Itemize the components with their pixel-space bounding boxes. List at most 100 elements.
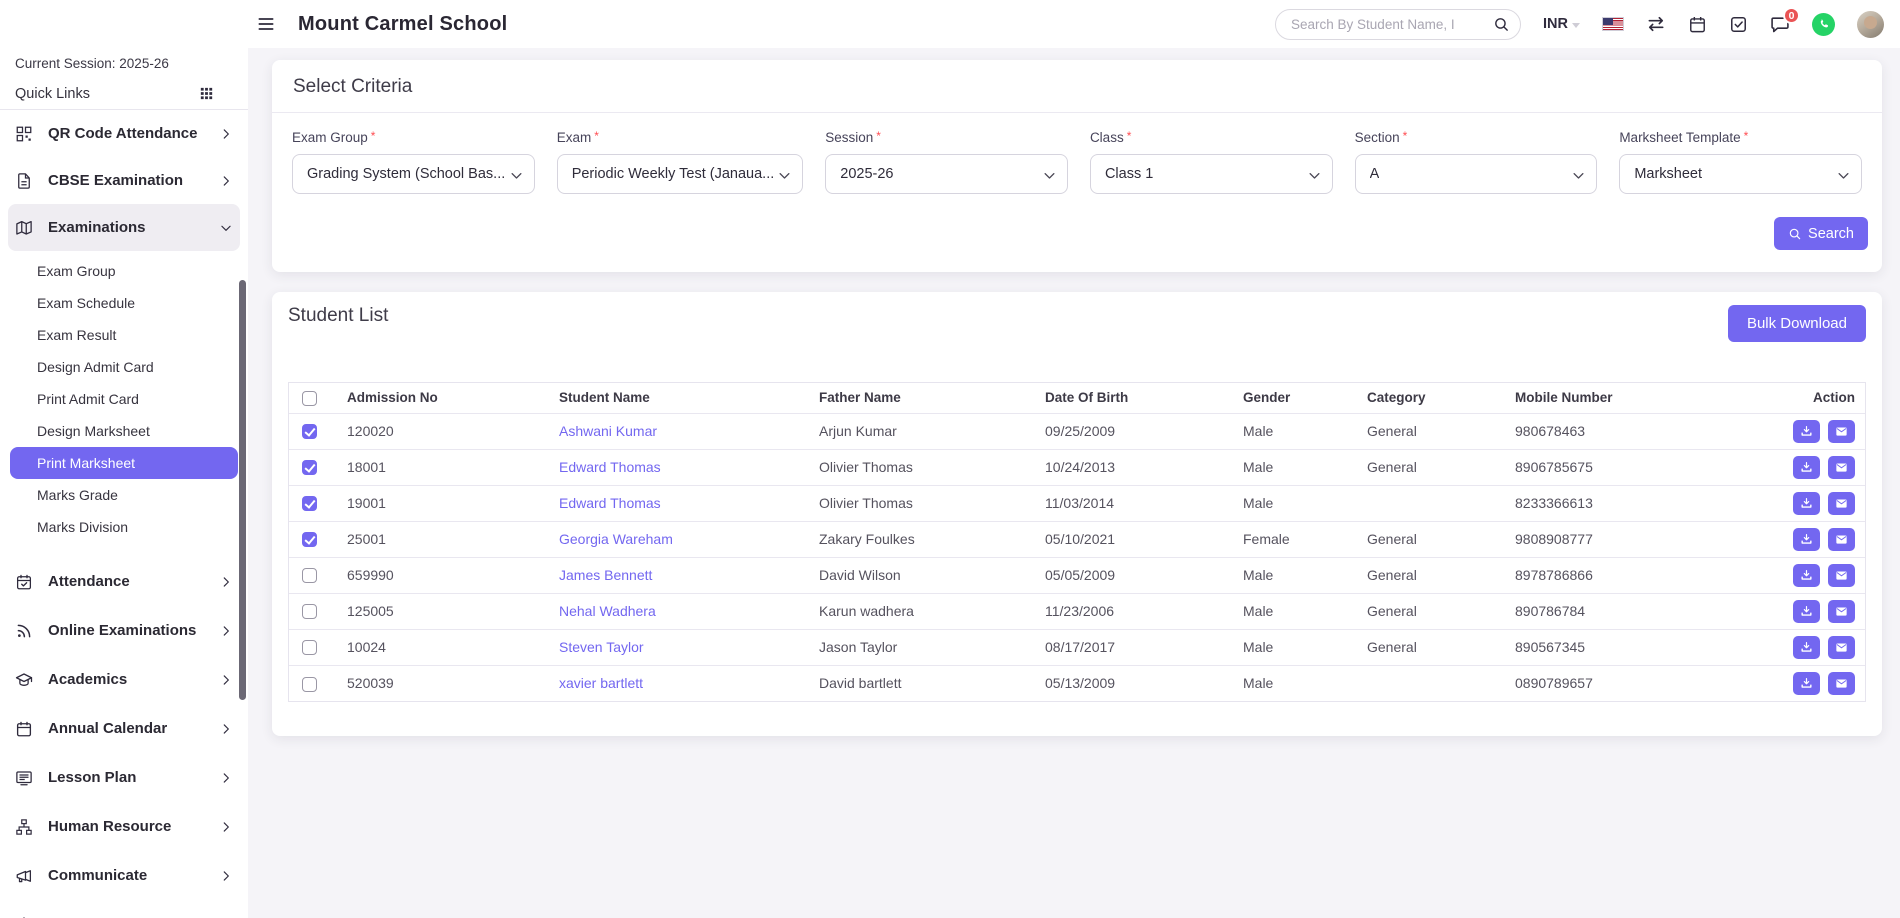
sidebar-item-human-resource[interactable]: Human Resource (8, 802, 240, 851)
search-input[interactable] (1275, 9, 1521, 40)
sidebar-subitem-design-admit-card[interactable]: Design Admit Card (10, 351, 238, 383)
email-marksheet-button[interactable] (1828, 636, 1855, 659)
sidebar-subitem-exam-schedule[interactable]: Exam Schedule (10, 287, 238, 319)
email-marksheet-button[interactable] (1828, 672, 1855, 695)
gender-cell: Male (1235, 593, 1359, 629)
download-marksheet-button[interactable] (1793, 564, 1820, 587)
sidebar-subitem-design-marksheet[interactable]: Design Marksheet (10, 415, 238, 447)
student-name-link[interactable]: Steven Taylor (559, 639, 644, 655)
sidebar-subitem-marks-grade[interactable]: Marks Grade (10, 479, 238, 511)
required-marker: * (876, 129, 881, 143)
email-marksheet-button[interactable] (1828, 564, 1855, 587)
language-flag-us[interactable] (1602, 17, 1624, 31)
sidebar-subitem-marks-division[interactable]: Marks Division (10, 511, 238, 543)
student-name-link[interactable]: Edward Thomas (559, 495, 661, 511)
sidebar-item-cbse-examination[interactable]: CBSE Examination (8, 157, 240, 204)
col-student-name: Student Name (551, 383, 811, 413)
exam-select[interactable]: Periodic Weekly Test (Janaua... (557, 154, 804, 194)
sidebar-subitem-exam-group[interactable]: Exam Group (10, 255, 238, 287)
tasks-icon[interactable] (1729, 15, 1748, 34)
sidebar-scrollbar[interactable] (239, 280, 246, 700)
mobile-cell: 890567345 (1507, 629, 1749, 665)
download-marksheet-button[interactable] (1793, 492, 1820, 515)
download-marksheet-button[interactable] (1793, 600, 1820, 623)
admission-no-cell: 19001 (339, 485, 551, 521)
gender-cell: Male (1235, 449, 1359, 485)
download-marksheet-button[interactable] (1793, 636, 1820, 659)
hamburger-menu-icon[interactable] (256, 14, 276, 34)
swap-icon[interactable] (1646, 14, 1666, 34)
session-select[interactable]: 2025-26 (825, 154, 1068, 194)
chevron-right-icon (219, 869, 233, 883)
email-marksheet-button[interactable] (1828, 492, 1855, 515)
class-select[interactable]: Class 1 (1090, 154, 1333, 194)
student-name-link[interactable]: Edward Thomas (559, 459, 661, 475)
download-marksheet-button[interactable] (1793, 420, 1820, 443)
student-name-link[interactable]: Nehal Wadhera (559, 603, 656, 619)
row-checkbox[interactable] (302, 460, 317, 475)
row-checkbox[interactable] (302, 532, 317, 547)
sidebar-subitem-exam-result[interactable]: Exam Result (10, 319, 238, 351)
category-cell: General (1359, 413, 1507, 449)
sidebar-item-online-examinations[interactable]: Online Examinations (8, 606, 240, 655)
download-marksheet-button[interactable] (1793, 456, 1820, 479)
chevron-right-icon (219, 127, 233, 141)
row-checkbox[interactable] (302, 496, 317, 511)
exam-group-select[interactable]: Grading System (School Bas... (292, 154, 535, 194)
sidebar-item-partial[interactable] (8, 900, 240, 918)
select-all-checkbox[interactable] (302, 391, 317, 406)
gender-cell: Female (1235, 521, 1359, 557)
chat-icon[interactable]: 0 (1770, 14, 1790, 34)
current-session-label: Current Session: 2025-26 (0, 48, 248, 78)
download-marksheet-button[interactable] (1793, 528, 1820, 551)
quick-links-grid-icon[interactable] (198, 85, 233, 102)
marksheet-template-select[interactable]: Marksheet (1619, 154, 1862, 194)
row-checkbox[interactable] (302, 604, 317, 619)
sidebar-item-examinations[interactable]: Examinations (8, 204, 240, 251)
bulk-download-button[interactable]: Bulk Download (1728, 305, 1866, 342)
table-row: 120020 Ashwani Kumar Arjun Kumar 09/25/2… (289, 413, 1865, 449)
email-marksheet-button[interactable] (1828, 528, 1855, 551)
sidebar-subitem-print-marksheet[interactable]: Print Marksheet (10, 447, 238, 479)
col-gender: Gender (1235, 383, 1359, 413)
download-marksheet-button[interactable] (1793, 672, 1820, 695)
sidebar-item-qr-code-attendance[interactable]: QR Code Attendance (8, 110, 240, 157)
user-avatar[interactable] (1857, 11, 1884, 38)
student-name-link[interactable]: Georgia Wareham (559, 531, 673, 547)
sidebar-item-communicate[interactable]: Communicate (8, 851, 240, 900)
father-name-cell: Arjun Kumar (811, 413, 1037, 449)
email-marksheet-button[interactable] (1828, 600, 1855, 623)
sidebar-subitem-print-admit-card[interactable]: Print Admit Card (10, 383, 238, 415)
email-marksheet-button[interactable] (1828, 456, 1855, 479)
table-row: 659990 James Bennett David Wilson 05/05/… (289, 557, 1865, 593)
mobile-cell: 9808908777 (1507, 521, 1749, 557)
student-list-title: Student List (288, 305, 388, 327)
category-cell: General (1359, 629, 1507, 665)
table-header-row: Admission No Student Name Father Name Da… (289, 383, 1865, 413)
row-checkbox[interactable] (302, 424, 317, 439)
col-admission-no: Admission No (339, 383, 551, 413)
admission-no-cell: 659990 (339, 557, 551, 593)
row-checkbox[interactable] (302, 568, 317, 583)
chevron-down-icon (777, 168, 792, 183)
sidebar-item-lesson-plan[interactable]: Lesson Plan (8, 753, 240, 802)
student-name-link[interactable]: xavier bartlett (559, 675, 643, 691)
student-name-link[interactable]: Ashwani Kumar (559, 423, 657, 439)
col-action: Action (1749, 383, 1865, 413)
row-checkbox[interactable] (302, 677, 317, 692)
student-name-link[interactable]: James Bennett (559, 567, 652, 583)
dob-cell: 08/17/2017 (1037, 629, 1235, 665)
gender-cell: Male (1235, 629, 1359, 665)
sidebar-item-attendance[interactable]: Attendance (8, 557, 240, 606)
whatsapp-icon[interactable] (1812, 13, 1835, 36)
mobile-cell: 8978786866 (1507, 557, 1749, 593)
search-button[interactable]: Search (1774, 217, 1868, 250)
row-checkbox[interactable] (302, 640, 317, 655)
sidebar-item-annual-calendar[interactable]: Annual Calendar (8, 704, 240, 753)
search-icon[interactable] (1493, 16, 1510, 33)
section-select[interactable]: A (1355, 154, 1598, 194)
currency-selector[interactable]: INR (1543, 16, 1580, 32)
sidebar-item-academics[interactable]: Academics (8, 655, 240, 704)
calendar-icon[interactable] (1688, 15, 1707, 34)
email-marksheet-button[interactable] (1828, 420, 1855, 443)
